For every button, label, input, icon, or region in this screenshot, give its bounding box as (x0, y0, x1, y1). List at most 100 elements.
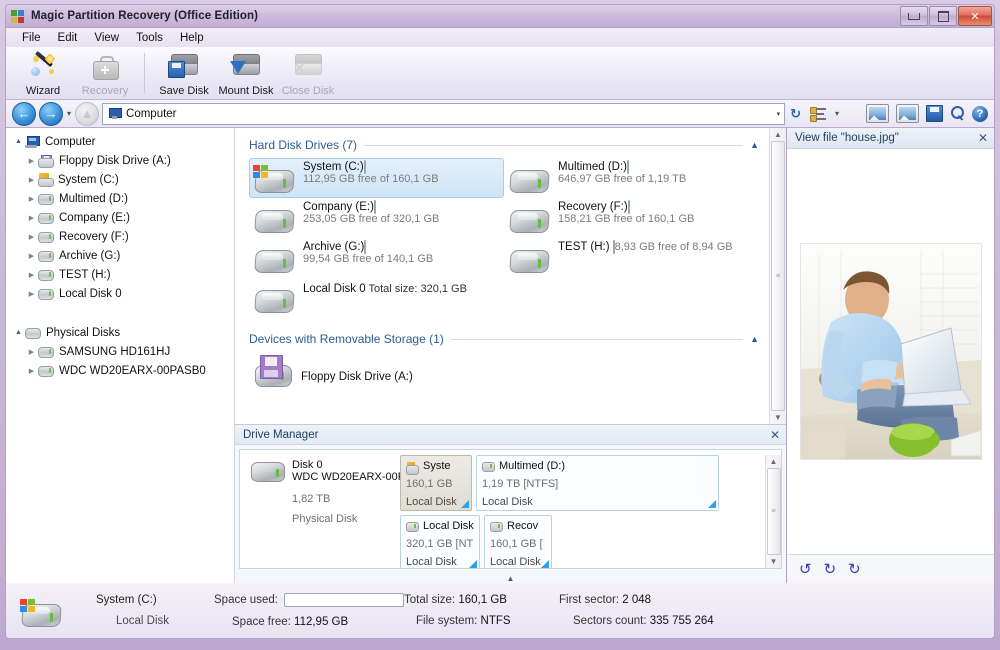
expander-icon[interactable]: ▶ (25, 157, 38, 165)
drive-item-archive-g[interactable]: Archive (G:) 99,54 GB free of 140,1 GB (249, 238, 504, 278)
refresh-icon[interactable]: ↻ (790, 106, 801, 122)
scroll-down-icon[interactable]: ▼ (774, 413, 782, 422)
drive-item-multimed-d[interactable]: Multimed (D:) 646,97 GB free of 1,19 TB (504, 158, 759, 198)
drive-name: Multimed (D:) (558, 161, 627, 173)
center-panel: Hard Disk Drives (7) ▲ System ( (235, 128, 786, 583)
drive-item-test-h[interactable]: TEST (H:) 8,93 GB free of 8,94 GB (504, 238, 759, 278)
resize-corner-icon[interactable] (461, 500, 469, 508)
collapse-icon[interactable]: ▲ (507, 574, 515, 583)
sidebar-item-floppy-a[interactable]: ▶ Floppy Disk Drive (A:) (6, 151, 234, 170)
preview-pane-icon[interactable] (896, 104, 919, 123)
sidebar-item-company-e[interactable]: ▶ Company (E:) (6, 208, 234, 227)
drive-item-local-disk-0[interactable]: Local Disk 0 Total size: 320,1 GB (249, 278, 504, 318)
address-input[interactable]: Computer ▾ (102, 103, 785, 125)
drive-item-system-c[interactable]: System (C:) 112,95 GB free of 160,1 GB (249, 158, 504, 198)
partition-tile-local-disk[interactable]: Local Disk 320,1 GB [NT Local Disk (400, 515, 480, 569)
section-title: Devices with Removable Storage (1) (249, 332, 444, 346)
save-icon[interactable] (926, 105, 943, 122)
sidebar-item-recovery-f[interactable]: ▶ Recovery (F:) (6, 227, 234, 246)
drive-name: TEST (H:) (558, 241, 610, 253)
sidebar-item-computer[interactable]: ▲ Computer (6, 132, 234, 151)
search-icon[interactable] (950, 106, 965, 121)
expander-icon[interactable]: ▶ (25, 252, 38, 260)
save-disk-icon (169, 52, 199, 82)
drive-manager-scrollbar[interactable]: ▲ ≡ ▼ (765, 455, 781, 568)
help-icon[interactable]: ? (972, 106, 988, 122)
sidebar-item-multimed-d[interactable]: ▶ Multimed (D:) (6, 189, 234, 208)
view-mode-chevron-down-icon[interactable]: ▾ (835, 109, 839, 118)
expander-icon[interactable]: ▶ (25, 195, 38, 203)
sidebar-item-physical-disks[interactable]: ▲ Physical Disks (6, 323, 234, 342)
expander-icon[interactable]: ▶ (25, 176, 38, 184)
physical-disk-summary[interactable]: Disk 0 WDC WD20EARX-00P 1,82 TB Physical… (246, 455, 400, 568)
scroll-down-icon[interactable]: ▼ (770, 557, 778, 566)
collapse-icon[interactable]: ▲ (750, 334, 759, 344)
sidebar-tree[interactable]: ▲ Computer ▶ Floppy Disk Drive (A:) ▶ Sy… (6, 128, 235, 583)
rotate-left-icon[interactable]: ↺ (799, 562, 812, 577)
close-icon[interactable]: ✕ (978, 131, 988, 145)
expander-icon[interactable]: ▶ (25, 290, 38, 298)
up-button[interactable]: ▲ (75, 102, 99, 126)
expander-icon[interactable]: ▶ (25, 348, 38, 356)
sidebar-item-archive-g[interactable]: ▶ Archive (G:) (6, 246, 234, 265)
menu-view[interactable]: View (86, 30, 127, 46)
chevron-down-icon[interactable]: ▾ (777, 110, 781, 118)
scroll-up-icon[interactable]: ▲ (774, 130, 782, 139)
partition-tile-recovery[interactable]: Recov 160,1 GB [ Local Disk (484, 515, 552, 569)
drive-manager-resize-handle[interactable]: ▲ (235, 573, 786, 583)
resize-corner-icon[interactable] (708, 500, 716, 508)
rotate-right-icon[interactable]: ↻ (848, 562, 861, 577)
close-button[interactable]: ✕ (958, 6, 992, 26)
expander-icon[interactable]: ▲ (12, 329, 25, 336)
partition-tile-system[interactable]: Syste 160,1 GB Local Disk (400, 455, 472, 511)
menu-help[interactable]: Help (172, 30, 212, 46)
sidebar-item-wdc-wd20earx[interactable]: ▶ WDC WD20EARX-00PASB0 (6, 361, 234, 380)
menu-tools[interactable]: Tools (128, 30, 171, 46)
sidebar-item-label: Recovery (F:) (59, 231, 129, 243)
view-mode-icon[interactable] (810, 106, 827, 122)
large-thumbnail-icon[interactable] (866, 104, 889, 123)
mount-disk-button[interactable]: Mount Disk (215, 48, 277, 98)
flip-icon[interactable]: ↻ (824, 562, 837, 577)
expander-icon[interactable]: ▶ (25, 214, 38, 222)
collapse-icon[interactable]: ▲ (750, 140, 759, 150)
minimize-button[interactable] (900, 6, 928, 26)
sidebar-item-test-h[interactable]: ▶ TEST (H:) (6, 265, 234, 284)
preview-header: View file "house.jpg" ✕ (787, 128, 994, 149)
drive-item-company-e[interactable]: Company (E:) 253,05 GB free of 320,1 GB (249, 198, 504, 238)
status-total-size-value: 160,1 GB (458, 594, 507, 606)
scrollbar-thumb[interactable]: ≡ (767, 468, 781, 555)
sidebar-item-system-c[interactable]: ▶ System (C:) (6, 170, 234, 189)
partition-tile-multimed-d[interactable]: Multimed (D:) 1,19 TB [NTFS] Local Disk (476, 455, 719, 511)
expander-icon[interactable]: ▶ (25, 367, 38, 375)
wizard-button[interactable]: Wizard (12, 48, 74, 98)
menu-file[interactable]: File (14, 30, 49, 46)
sidebar-item-label: Archive (G:) (59, 250, 120, 262)
maximize-button[interactable] (929, 6, 957, 26)
drive-item-floppy-a[interactable]: Floppy Disk Drive (A:) (249, 352, 504, 390)
expander-icon[interactable]: ▲ (12, 138, 25, 145)
resize-corner-icon[interactable] (469, 560, 477, 568)
save-disk-button[interactable]: Save Disk (153, 48, 215, 98)
scrollbar-thumb[interactable]: ≡ (771, 141, 785, 411)
drives-scrollbar[interactable]: ▲ ≡ ▼ (769, 128, 786, 424)
close-icon[interactable]: ✕ (770, 428, 780, 442)
drive-name: Local Disk 0 (303, 283, 366, 295)
recovery-button[interactable]: Recovery (74, 48, 136, 98)
history-caret-icon[interactable]: ▾ (67, 109, 71, 118)
windows-disk-icon (253, 165, 295, 195)
expander-icon[interactable]: ▶ (25, 271, 38, 279)
section-header-removable-storage[interactable]: Devices with Removable Storage (1) ▲ (249, 332, 759, 346)
section-header-hard-disk-drives[interactable]: Hard Disk Drives (7) ▲ (249, 138, 759, 152)
resize-corner-icon[interactable] (541, 560, 549, 568)
expander-icon[interactable]: ▶ (25, 233, 38, 241)
sidebar-item-samsung-hd161hj[interactable]: ▶ SAMSUNG HD161HJ (6, 342, 234, 361)
status-usage-bar (284, 593, 404, 607)
forward-button[interactable]: → (39, 102, 63, 126)
back-button[interactable]: ← (12, 102, 36, 126)
menu-edit[interactable]: Edit (50, 30, 86, 46)
close-disk-button[interactable]: ✕ Close Disk (277, 48, 339, 98)
drive-item-recovery-f[interactable]: Recovery (F:) 158,21 GB free of 160,1 GB (504, 198, 759, 238)
sidebar-item-local-disk-0[interactable]: ▶ Local Disk 0 (6, 284, 234, 303)
scroll-up-icon[interactable]: ▲ (770, 457, 778, 466)
